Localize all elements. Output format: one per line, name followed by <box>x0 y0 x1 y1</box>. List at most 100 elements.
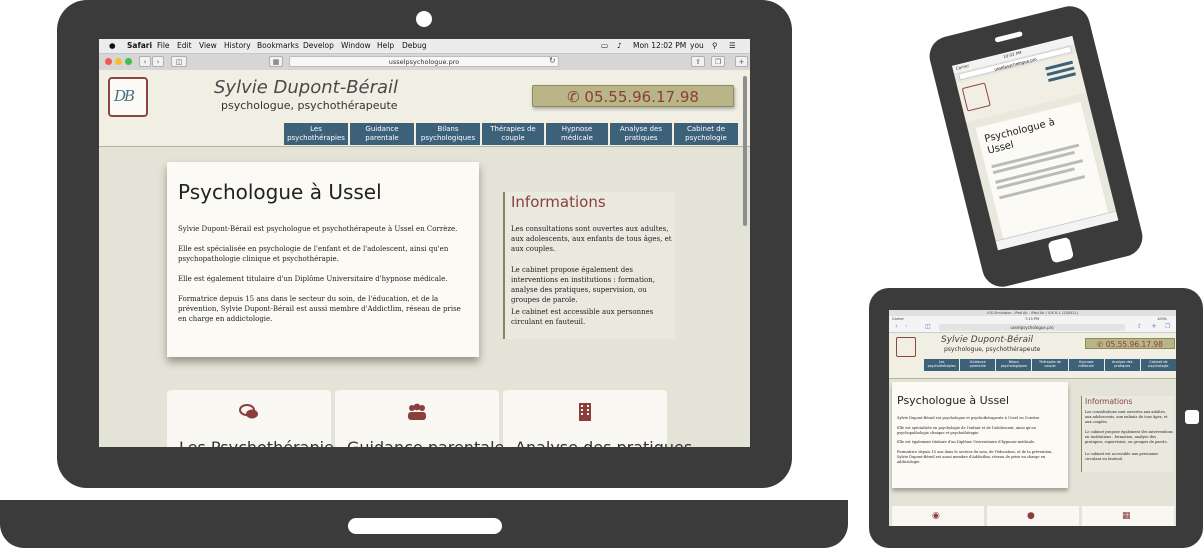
menu-bookmarks[interactable]: Bookmarks <box>257 41 299 50</box>
tablet-nav-item[interactable]: Hypnose médicale <box>1068 359 1104 371</box>
back-button[interactable]: ‹ <box>139 56 151 67</box>
nav-item-therapies-couple[interactable]: Thérapies de couple <box>482 123 544 145</box>
users-icon <box>408 403 426 420</box>
tablet-share-icon[interactable]: ⇪ <box>1137 323 1142 330</box>
laptop-screen: ● Safari File Edit View History Bookmark… <box>99 39 750 447</box>
new-tab-button[interactable]: + <box>735 56 748 67</box>
tablet-url: usselpsychologue.pro <box>1010 325 1054 330</box>
tablet-battery: 100% <box>1157 317 1168 321</box>
laptop-camera <box>416 11 432 27</box>
tablet-logo <box>896 337 916 357</box>
tablet-nav-item[interactable]: Thérapies de couple <box>1032 359 1068 371</box>
tablet-feature-card[interactable]: ▦ <box>1082 506 1174 526</box>
nav-item-guidance[interactable]: Guidance parentale <box>350 123 414 145</box>
tablet-nav-item[interactable]: Guidance parentale <box>960 359 996 371</box>
menu-view[interactable]: View <box>199 41 217 50</box>
close-window-button[interactable] <box>105 58 112 65</box>
forward-button[interactable]: › <box>152 56 164 67</box>
spotlight-search-icon[interactable]: ⚲ <box>712 41 718 50</box>
phone-speaker <box>994 31 1023 43</box>
hamburger-menu-icon[interactable] <box>1045 60 1077 87</box>
phone-frame: Carrier 10:02 PM usselpsychologue.pro Ps… <box>925 1 1147 292</box>
menu-help[interactable]: Help <box>377 41 394 50</box>
volume-icon[interactable]: ♪ <box>617 41 622 50</box>
main-paragraph: Elle est également titulaire d'un Diplôm… <box>178 275 448 283</box>
nav-label: Hypnose <box>561 125 593 133</box>
nav-label: psychologiques <box>1000 364 1027 368</box>
tablet-tabs-icon[interactable]: ❐ <box>1165 323 1170 330</box>
share-icon[interactable]: ⇪ <box>691 56 705 67</box>
phone-screen: Carrier 10:02 PM usselpsychologue.pro Ps… <box>952 35 1119 251</box>
tablet-main-paragraph: Elle est également titulaire d'un Diplôm… <box>897 440 1036 444</box>
info-paragraph: Les consultations sont ouvertes aux adul… <box>511 225 672 253</box>
tablet-phone-button[interactable]: ✆ 05.55.96.17.98 <box>1085 338 1175 349</box>
menu-edit[interactable]: Edit <box>177 41 192 50</box>
menu-file[interactable]: File <box>157 41 170 50</box>
notification-center-icon[interactable]: ☰ <box>729 41 736 50</box>
feature-title: Les Psychothérapies <box>179 438 342 447</box>
menu-app-safari[interactable]: Safari <box>127 41 152 50</box>
menu-develop[interactable]: Develop <box>303 41 334 50</box>
tablet-home-button[interactable] <box>1185 410 1199 424</box>
tablet-toolbar: ‹ › ◫ usselpsychologue.pro ⇪ + ❐ <box>889 322 1176 333</box>
tabs-overview-icon[interactable]: ❐ <box>711 56 725 67</box>
tablet-forward-icon[interactable]: › <box>905 322 908 330</box>
tablet-feature-card[interactable]: ● <box>987 506 1079 526</box>
nav-label: psychothérapies <box>927 364 956 368</box>
tablet-info-title: Informations <box>1085 397 1133 406</box>
phone-logo <box>961 82 991 112</box>
menu-debug[interactable]: Debug <box>402 41 427 50</box>
page-scrollbar[interactable] <box>743 76 747 226</box>
top-sites-icon[interactable]: ▦ <box>269 56 283 67</box>
phone-carrier: Carrier <box>955 62 970 72</box>
nav-item-cabinet[interactable]: Cabinet de psychologie <box>674 123 738 145</box>
phone-button[interactable]: ✆ 05.55.96.17.98 <box>532 85 734 107</box>
building-icon <box>579 403 591 421</box>
menubar-user[interactable]: you <box>690 41 704 50</box>
site-logo[interactable]: DB <box>108 77 148 117</box>
tablet-device: iOS Simulator - iPad Air - iPad Air / iO… <box>869 288 1203 548</box>
tablet-nav-item[interactable]: Analyse des pratiques <box>1104 359 1140 371</box>
tablet-bookmarks-icon[interactable]: ◫ <box>925 323 931 330</box>
tablet-back-icon[interactable]: ‹ <box>895 322 898 330</box>
phone-icon: ✆ <box>1097 340 1104 349</box>
nav-label: Guidance <box>365 125 399 133</box>
sidebar-toggle-icon[interactable]: ◫ <box>171 56 187 67</box>
tablet-page-title: Psychologue à Ussel <box>897 394 1010 407</box>
menu-window[interactable]: Window <box>341 41 371 50</box>
feature-card-psychotherapies[interactable]: Les Psychothérapies <box>167 390 342 447</box>
address-bar[interactable]: usselpsychologue.pro <box>289 56 559 67</box>
tablet-info-box: Informations Les consultations sont ouve… <box>1081 396 1174 472</box>
page-title: Psychologue à Ussel <box>178 180 382 204</box>
minimize-window-button[interactable] <box>115 58 122 65</box>
tablet-address-bar[interactable]: usselpsychologue.pro <box>939 324 1125 331</box>
tablet-feature-card[interactable]: ◉ <box>892 506 984 526</box>
logo-monogram-icon: DB <box>114 87 135 105</box>
nav-label: psychologiques <box>420 134 476 142</box>
airplay-icon[interactable]: ▭ <box>601 41 608 50</box>
zoom-window-button[interactable] <box>125 58 132 65</box>
tablet-main-paragraph: Sylvie Dupont-Bérail est psychologue et … <box>897 416 1041 420</box>
phone-home-button[interactable] <box>1047 236 1075 264</box>
nav-label: parentale <box>365 134 399 142</box>
tablet-main-paragraph: Formatrice depuis 15 ans dans le secteur… <box>897 450 1053 464</box>
feature-card-guidance[interactable]: Guidance parentale <box>335 390 504 447</box>
feature-card-analyse[interactable]: Analyse des pratiques <box>503 390 692 447</box>
nav-item-bilans[interactable]: Bilans psychologiques <box>416 123 480 145</box>
site-name: Sylvie Dupont-Bérail <box>214 77 399 98</box>
reload-icon[interactable]: ↻ <box>549 56 556 65</box>
apple-icon[interactable]: ● <box>109 41 116 50</box>
feature-title: Guidance parentale <box>347 438 504 447</box>
tablet-nav-item[interactable]: Bilans psychologiques <box>996 359 1032 371</box>
tablet-new-tab-icon[interactable]: + <box>1151 322 1157 330</box>
tablet-nav-item[interactable]: Les psychothérapies <box>924 359 960 371</box>
phone-device: Carrier 10:02 PM usselpsychologue.pro Ps… <box>925 1 1147 292</box>
menu-history[interactable]: History <box>224 41 251 50</box>
nav-label: médicale <box>561 134 593 142</box>
tablet-nav-item[interactable]: Cabinet de psychologie <box>1140 359 1176 371</box>
nav-item-hypnose[interactable]: Hypnose médicale <box>546 123 608 145</box>
nav-item-analyse[interactable]: Analyse des pratiques <box>610 123 672 145</box>
nav-item-psychotherapies[interactable]: Les psychothérapies <box>284 123 348 145</box>
nav-label: psychologie <box>1148 364 1169 368</box>
menubar-clock[interactable]: Mon 12:02 PM <box>633 41 686 50</box>
